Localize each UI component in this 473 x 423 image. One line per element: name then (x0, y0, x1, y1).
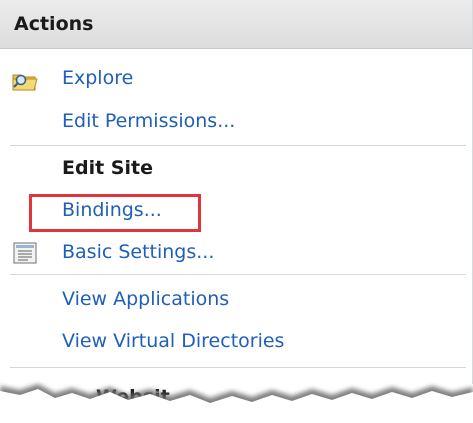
edit-permissions-link[interactable]: Edit Permissions... (62, 110, 235, 132)
view-virtual-directories-link[interactable]: View Virtual Directories (62, 330, 284, 352)
actions-title: Actions (14, 13, 94, 35)
actions-header: Actions (0, 0, 472, 49)
basic-settings-link[interactable]: Basic Settings... (62, 241, 214, 263)
bindings-highlight-box (29, 194, 201, 232)
torn-edge (0, 384, 473, 423)
edit-site-heading: Edit Site (62, 157, 153, 179)
view-applications-link[interactable]: View Applications (62, 288, 229, 310)
folder-search-icon (12, 74, 38, 91)
actions-panel: Actions Explore Edit Permissions... Edit… (0, 0, 473, 384)
settings-list-icon (13, 242, 37, 264)
separator (10, 145, 466, 146)
separator (10, 274, 466, 275)
explore-link[interactable]: Explore (62, 67, 133, 89)
